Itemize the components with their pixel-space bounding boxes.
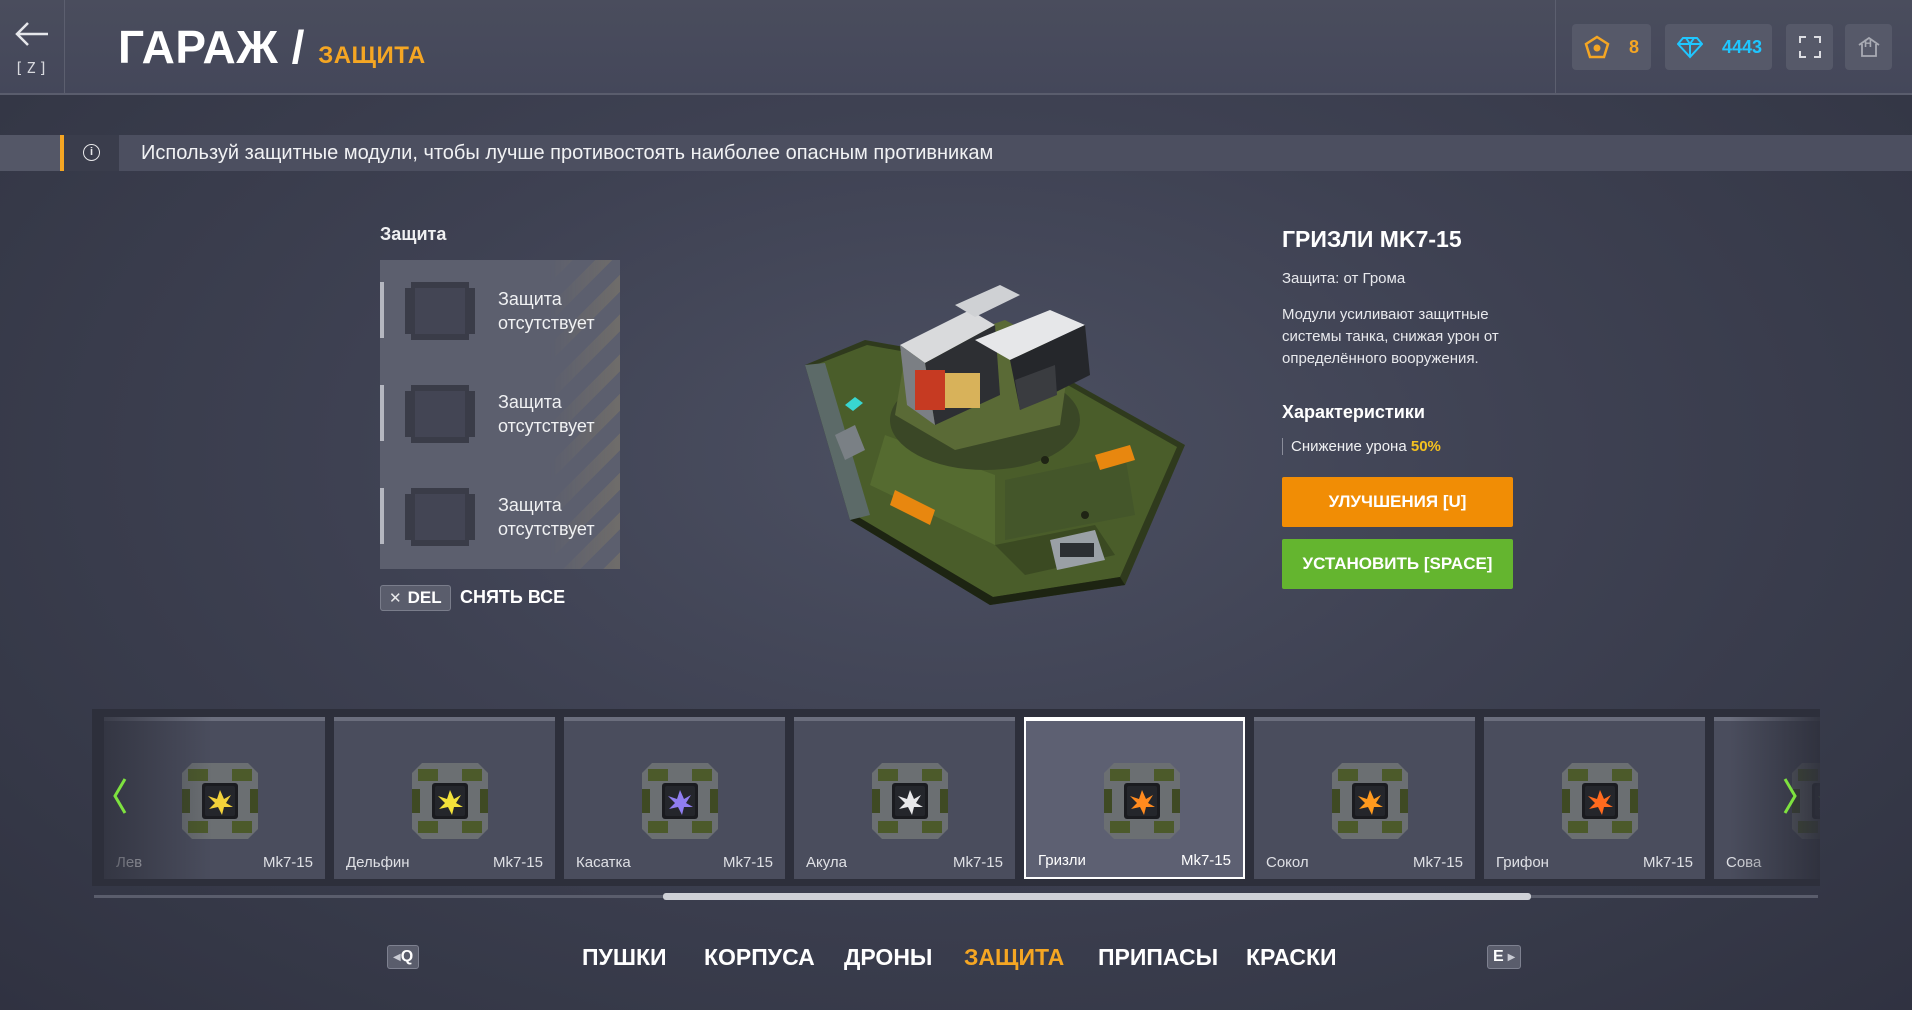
module-card-mk: Mk7-15 xyxy=(1180,852,1231,869)
module-card[interactable]: Грифон Mk7-15 xyxy=(1484,717,1705,879)
fullscreen-icon xyxy=(1798,36,1821,58)
info-banner-text: Используй защитные модули, чтобы лучше п… xyxy=(141,142,994,164)
slots-title: Защита xyxy=(380,224,447,244)
protection-slot-3[interactable]: Защита отсутствует xyxy=(380,466,620,556)
stat-label: Снижение урона xyxy=(1291,438,1407,455)
characteristics-title: Характеристики xyxy=(1282,402,1425,422)
module-card-name: Лев xyxy=(116,854,143,871)
home-key-hint: H xyxy=(1864,38,1872,50)
grizzly-burst-icon xyxy=(1104,763,1180,839)
module-card-mk: Mk7-15 xyxy=(262,854,313,871)
fullscreen-button[interactable] xyxy=(1786,24,1833,70)
page-title-section: ЗАЩИТА xyxy=(318,42,426,69)
prev-category-key[interactable]: ◀ Q xyxy=(387,945,420,969)
stat-damage-reduction: Снижение урона 50% xyxy=(1282,438,1441,455)
tab-hulls[interactable]: КОРПУСА xyxy=(704,944,815,971)
empty-slot-icon xyxy=(405,488,475,546)
next-category-key[interactable]: E ▶ xyxy=(1487,945,1522,969)
install-button[interactable]: УСТАНОВИТЬ [SPACE] xyxy=(1282,539,1513,589)
protection-slot-label: Защита отсутствует xyxy=(498,392,595,436)
prev-category-key-label: Q xyxy=(400,948,414,965)
empty-slot-icon xyxy=(405,385,475,443)
module-card-name: Касатка xyxy=(576,854,631,871)
carousel-prev-arrow-icon[interactable] xyxy=(112,777,128,815)
protection-slot-2[interactable]: Защита отсутствует xyxy=(380,363,620,453)
item-title: ГРИЗЛИ MK7-15 xyxy=(1282,226,1462,252)
protection-slot-1[interactable]: Защита отсутствует xyxy=(380,260,620,350)
diamonds-counter[interactable]: 4443 xyxy=(1665,24,1772,70)
module-card[interactable]: Акула Mk7-15 xyxy=(794,717,1015,879)
tab-protection[interactable]: ЗАЩИТА xyxy=(964,944,1064,971)
lev-icon xyxy=(182,763,258,839)
protection-slots-panel: Защита отсутствует Защита отсутствует За… xyxy=(380,260,620,569)
module-card[interactable]: Сова xyxy=(1714,717,1820,879)
module-card-name: Сокол xyxy=(1266,854,1309,871)
back-button[interactable]: [Z] xyxy=(0,0,65,93)
item-protection: Защита: от Грома xyxy=(1282,270,1406,287)
module-card-name: Гризли xyxy=(1038,852,1086,869)
module-carousel: Лев Mk7-15 Дельфин Mk7-15 Касатка Mk7-15 Акула… xyxy=(92,709,1820,886)
module-card-mk: Mk7-15 xyxy=(1642,854,1693,871)
empty-slot-icon xyxy=(405,282,475,340)
crystals-counter[interactable]: 8 xyxy=(1572,24,1651,70)
module-card-name: Дельфин xyxy=(346,854,410,871)
tab-guns[interactable]: ПУШКИ xyxy=(582,944,667,971)
dolphin-bolt-icon xyxy=(412,763,488,839)
back-arrow-icon xyxy=(15,22,48,46)
crystals-value: 8 xyxy=(1628,36,1639,57)
diamond-icon xyxy=(1677,37,1703,59)
remove-all-key-label: DEL xyxy=(407,588,442,607)
protection-slot-label: Защита отсутствует xyxy=(498,495,595,539)
tank-preview-image xyxy=(805,285,1185,605)
remove-all-button[interactable]: СНЯТЬ ВСЕ xyxy=(460,587,565,608)
sokol-icon xyxy=(1332,763,1408,839)
module-card[interactable]: Гризли Mk7-15 xyxy=(1024,717,1245,879)
module-card[interactable]: Сокол Mk7-15 xyxy=(1254,717,1475,879)
close-icon: ✕ xyxy=(389,590,402,607)
tab-paints[interactable]: КРАСКИ xyxy=(1246,944,1337,971)
protection-slot-label: Защита отсутствует xyxy=(498,289,595,333)
page-title-main: ГАРАЖ / xyxy=(118,21,305,73)
module-card-mk: Mk7-15 xyxy=(722,854,773,871)
crystal-icon xyxy=(1584,35,1610,59)
triangle-right-icon: ▶ xyxy=(1507,951,1516,963)
diamonds-value: 4443 xyxy=(1721,36,1762,57)
module-card[interactable]: Лев Mk7-15 xyxy=(104,717,325,879)
tab-supplies[interactable]: ПРИПАСЫ xyxy=(1098,944,1218,971)
remove-all-key[interactable]: ✕ DEL xyxy=(380,585,451,611)
triangle-left-icon: ◀ xyxy=(393,951,401,963)
carousel-next-arrow-icon[interactable] xyxy=(1782,777,1798,815)
next-category-key-label: E xyxy=(1493,948,1504,965)
stat-value: 50% xyxy=(1410,438,1441,455)
info-icon: i xyxy=(83,144,100,161)
info-banner: i Используй защитные модули, чтобы лучше… xyxy=(0,135,1912,171)
back-key-hint: [Z] xyxy=(14,59,51,77)
header: [Z] ГАРАЖ / ЗАЩИТА 8 4443 H xyxy=(0,0,1912,95)
module-card-name: Акула xyxy=(806,854,848,871)
module-card-mk: Mk7-15 xyxy=(492,854,543,871)
module-card[interactable]: Касатка Mk7-15 xyxy=(564,717,785,879)
module-card-name: Грифон xyxy=(1496,854,1549,871)
module-card[interactable]: Дельфин Mk7-15 xyxy=(334,717,555,879)
header-separator xyxy=(1555,0,1556,93)
kasatka-rocket-icon xyxy=(642,763,718,839)
module-card-mk: Mk7-15 xyxy=(1412,854,1463,871)
page-title: ГАРАЖ / ЗАЩИТА xyxy=(118,20,426,74)
module-card-name: Сова xyxy=(1726,854,1762,871)
upgrade-button[interactable]: УЛУЧШЕНИЯ [U] xyxy=(1282,477,1513,527)
carousel-scroll-thumb[interactable] xyxy=(663,893,1531,900)
grifon-icon xyxy=(1562,763,1638,839)
tab-drones[interactable]: ДРОНЫ xyxy=(844,944,932,971)
home-button[interactable]: H xyxy=(1845,24,1892,70)
item-description: Модули усиливают защитные системы танка,… xyxy=(1282,306,1499,367)
module-card-mk: Mk7-15 xyxy=(952,854,1003,871)
akula-icon xyxy=(872,763,948,839)
